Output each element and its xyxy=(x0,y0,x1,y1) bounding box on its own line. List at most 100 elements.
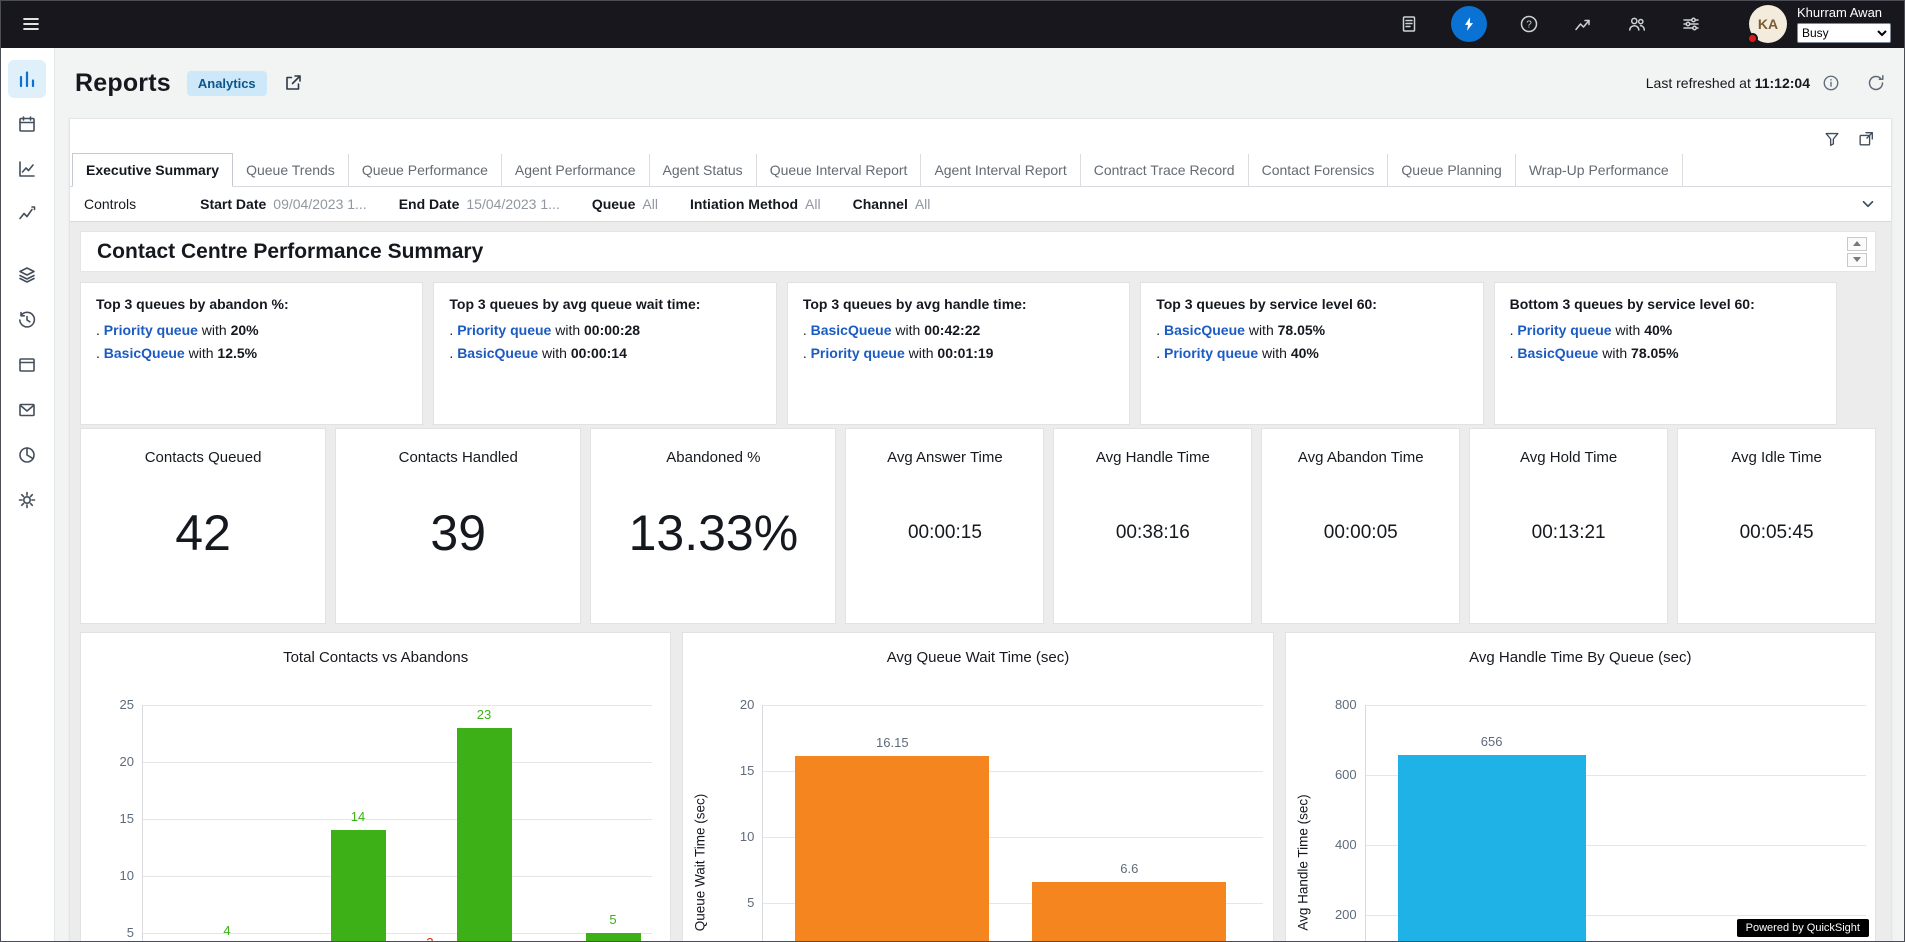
y-axis xyxy=(1365,705,1366,941)
tab-executive-summary[interactable]: Executive Summary xyxy=(72,153,233,187)
kpi-label: Avg Hold Time xyxy=(1520,449,1617,466)
calendar-icon xyxy=(17,114,37,134)
insight-title: Top 3 queues by abandon %: xyxy=(96,296,407,312)
sidebar-item-calendar[interactable] xyxy=(8,105,46,143)
kpi-card-avg-hold-time: Avg Hold Time00:13:21 xyxy=(1469,428,1668,624)
sidebar-item-layers[interactable] xyxy=(8,256,46,294)
tab-contract-trace-record[interactable]: Contract Trace Record xyxy=(1081,154,1249,186)
scroll-up-button[interactable] xyxy=(1847,237,1867,251)
agents-icon[interactable] xyxy=(1625,12,1649,36)
queue-link[interactable]: Priority queue xyxy=(811,345,905,361)
y-axis-label: Avg Handle Time (sec) xyxy=(1295,763,1310,942)
topbar-actions: ? KA Khurram Awan Busy xyxy=(1397,5,1891,43)
sidebar-item-pie-chart[interactable] xyxy=(8,436,46,474)
kpi-value-wrap: 00:38:16 xyxy=(1116,466,1190,623)
bullet: . xyxy=(1156,322,1164,338)
trend-icon[interactable] xyxy=(1571,12,1595,36)
sidebar-item-performance[interactable] xyxy=(8,195,46,233)
menu-icon[interactable] xyxy=(14,7,48,41)
y-tick-label: 10 xyxy=(94,868,134,883)
queue-link[interactable]: Priority queue xyxy=(1517,322,1611,338)
bar-value-label: 656 xyxy=(1452,734,1532,749)
bar-value-label: 4 xyxy=(187,923,267,938)
info-icon[interactable] xyxy=(1822,74,1840,92)
queue-link[interactable]: Priority queue xyxy=(104,322,198,338)
last-refreshed-time: 11:12:04 xyxy=(1755,75,1810,91)
analytics-badge: Analytics xyxy=(187,71,267,96)
gridline xyxy=(142,762,652,763)
bullet: . xyxy=(803,322,811,338)
sidebar-item-window[interactable] xyxy=(8,346,46,384)
queue-link[interactable]: Priority queue xyxy=(457,322,551,338)
kpi-value-wrap: 00:13:21 xyxy=(1532,466,1606,623)
page-header: Reports Analytics Last refreshed at 11:1… xyxy=(69,48,1892,118)
sidebar-item-mail[interactable] xyxy=(8,391,46,429)
help-icon[interactable]: ? xyxy=(1517,12,1541,36)
refresh-icon[interactable] xyxy=(1866,73,1886,93)
kpi-value: 00:05:45 xyxy=(1740,522,1814,544)
topbar: ? KA Khurram Awan Busy xyxy=(0,0,1905,48)
line-chart-icon xyxy=(17,159,37,179)
metric-value: 40% xyxy=(1291,345,1319,361)
queue-link[interactable]: Priority queue xyxy=(1164,345,1258,361)
chart-title: Avg Queue Wait Time (sec) xyxy=(683,649,1272,666)
insight-card-top-3-queues-by-abandon: Top 3 queues by abandon %:. Priority que… xyxy=(80,282,423,425)
queue-link[interactable]: BasicQueue xyxy=(811,322,892,338)
tab-agent-status[interactable]: Agent Status xyxy=(650,154,757,186)
tab-queue-planning[interactable]: Queue Planning xyxy=(1388,154,1515,186)
kpi-card-contacts-handled: Contacts Handled39 xyxy=(335,428,581,624)
tab-agent-interval-report[interactable]: Agent Interval Report xyxy=(921,154,1080,186)
flash-button[interactable] xyxy=(1451,6,1487,42)
expand-icon[interactable] xyxy=(1857,130,1875,148)
queue-link[interactable]: BasicQueue xyxy=(104,345,185,361)
insight-title: Top 3 queues by avg queue wait time: xyxy=(449,296,760,312)
sidebar-item-line-chart[interactable] xyxy=(8,150,46,188)
y-axis xyxy=(762,705,763,941)
scroll-down-button[interactable] xyxy=(1847,253,1867,267)
metric-value: 00:42:22 xyxy=(924,322,980,338)
filter-start-date[interactable]: Start Date09/04/2023 1... xyxy=(200,195,367,213)
sidebar-item-settings[interactable] xyxy=(8,481,46,519)
controls-expand-chevron[interactable] xyxy=(1859,195,1877,213)
y-tick-label: 20 xyxy=(94,754,134,769)
filter-intiation-method[interactable]: Intiation MethodAll xyxy=(690,195,821,213)
tab-queue-interval-report[interactable]: Queue Interval Report xyxy=(757,154,922,186)
filter-icon[interactable] xyxy=(1823,130,1841,148)
performance-icon xyxy=(17,204,37,224)
sidebar-item-reports[interactable] xyxy=(8,60,46,98)
insight-item: . Priority queue with 40% xyxy=(1510,322,1821,338)
bar-656 xyxy=(1398,755,1586,941)
external-link-icon[interactable] xyxy=(283,73,303,93)
tab-agent-performance[interactable]: Agent Performance xyxy=(502,154,650,186)
filter-end-date[interactable]: End Date15/04/2023 1... xyxy=(399,195,560,213)
kpi-value-wrap: 00:00:15 xyxy=(908,466,982,623)
status-select[interactable]: Busy xyxy=(1797,23,1891,43)
notes-icon[interactable] xyxy=(1397,12,1421,36)
insight-card-top-3-queues-by-service-level-60: Top 3 queues by service level 60:. Basic… xyxy=(1140,282,1483,425)
tab-queue-performance[interactable]: Queue Performance xyxy=(349,154,502,186)
connector-text: with xyxy=(1258,345,1291,361)
metric-value: 00:00:28 xyxy=(584,322,640,338)
insight-item: . Priority queue with 00:01:19 xyxy=(803,345,1114,361)
queue-link[interactable]: BasicQueue xyxy=(1164,322,1245,338)
sliders-icon[interactable] xyxy=(1679,12,1703,36)
queue-link[interactable]: BasicQueue xyxy=(1517,345,1598,361)
window-icon xyxy=(17,355,37,375)
filter-channel[interactable]: ChannelAll xyxy=(853,195,931,213)
history-icon xyxy=(17,310,37,330)
tab-queue-trends[interactable]: Queue Trends xyxy=(233,154,349,186)
sidebar xyxy=(0,48,55,942)
tab-wrap-up-performance[interactable]: Wrap-Up Performance xyxy=(1516,154,1683,186)
kpi-card-abandoned: Abandoned %13.33% xyxy=(590,428,836,624)
bar-value-label: 16.15 xyxy=(852,735,932,750)
filter-queue[interactable]: QueueAll xyxy=(592,195,658,213)
dashboard-sheet: Contact Centre Performance Summary Top 3… xyxy=(70,222,1891,941)
queue-link[interactable]: BasicQueue xyxy=(457,345,538,361)
tab-contact-forensics[interactable]: Contact Forensics xyxy=(1249,154,1389,186)
filter-value: All xyxy=(642,196,658,212)
sidebar-item-history[interactable] xyxy=(8,301,46,339)
avatar[interactable]: KA xyxy=(1749,5,1787,43)
gridline xyxy=(142,876,652,877)
metric-value: 00:00:14 xyxy=(571,345,627,361)
bar-6-6 xyxy=(1032,882,1226,941)
